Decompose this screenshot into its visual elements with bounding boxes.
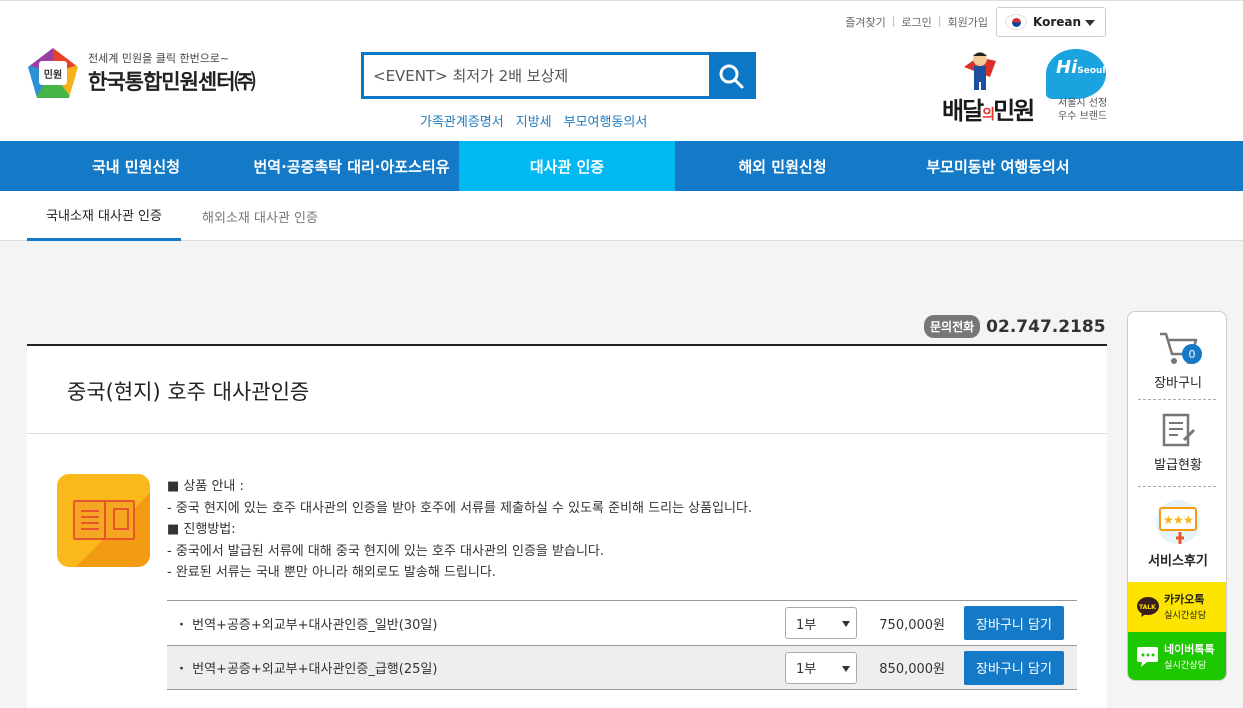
product-description: ■ 상품 안내 : - 중국 현지에 있는 호주 대사관의 인증을 받아 호주에… — [167, 476, 752, 584]
kakao-chat-label: 카카오톡 실시간상담 — [1164, 593, 1207, 621]
nav-item-embassy[interactable]: 대사관 인증 — [459, 141, 675, 191]
search-input[interactable] — [364, 55, 709, 96]
keyword-link[interactable]: 가족관계증명서 — [420, 111, 504, 130]
issue-status-label: 발급현황 — [1154, 458, 1202, 473]
quantity-select[interactable]: 1부 — [785, 607, 857, 639]
table-row: ・ 번역+공증+외교부+대사관인증_급행(25일) 1부 850,000원 장바… — [167, 645, 1077, 690]
option-table: ・ 번역+공증+외교부+대사관인증_일반(30일) 1부 750,000원 장바… — [167, 600, 1077, 690]
promo-brand: 배달의민원 — [942, 97, 1035, 125]
kakao-talk-icon: TALK — [1137, 597, 1159, 617]
contact-badge: 문의전화 — [924, 315, 981, 338]
nav-item-domestic[interactable]: 국내 민원신청 — [28, 141, 244, 191]
option-price: 850,000원 — [879, 662, 945, 677]
svg-text:TALK: TALK — [1139, 604, 1156, 611]
chevron-down-icon — [842, 665, 850, 672]
site-logo[interactable]: 민원 전세계 민원을 클릭 한번으로~ 한국통합민원센터㈜ — [26, 46, 256, 100]
keyword-link[interactable]: 지방세 — [516, 111, 552, 130]
search-bar — [361, 52, 756, 99]
nav-item-overseas[interactable]: 해외 민원신청 — [675, 141, 890, 191]
quick-issue-status[interactable]: 발급현황 — [1128, 412, 1226, 482]
desc-line: ■ 진행방법: — [167, 522, 236, 537]
kakao-chat-button[interactable]: TALK 카카오톡 실시간상담 — [1128, 582, 1226, 632]
quick-cart[interactable]: 0 장바구니 — [1128, 326, 1226, 396]
document-book-icon — [57, 474, 150, 567]
contact-phone: 문의전화 02.747.2185 — [924, 315, 1106, 338]
logo-badge: 민원 — [39, 61, 67, 85]
desc-line: - 중국 현지에 있는 호주 대사관의 인증을 받아 호주에 서류를 제출하실 … — [167, 500, 753, 516]
add-to-cart-button[interactable]: 장바구니 담기 — [964, 650, 1064, 685]
option-price: 750,000원 — [879, 617, 945, 633]
page-title: 중국(현지) 호주 대사관인증 — [67, 380, 310, 404]
cart-label: 장바구니 — [1154, 376, 1202, 391]
chevron-down-icon — [842, 621, 850, 627]
svg-text:★: ★ — [1183, 513, 1194, 527]
desc-line: - 완료된 서류는 국내 뿐만 아니라 해외로도 발송해 드립니다. — [167, 565, 496, 580]
separator: | — [937, 14, 942, 27]
option-name: ・ 번역+공증+외교부+대사관인증_일반(30일) — [175, 617, 438, 633]
naver-talk-label: 네이버톡톡 실시간상담 — [1164, 643, 1215, 671]
logo-title: 한국통합민원센터㈜ — [88, 70, 256, 94]
quick-menu: 0 장바구니 발급현황 ★ ★ ★ 서비스후기 TALK 카카오톡 실시간상담 … — [1127, 311, 1227, 681]
option-name: ・ 번역+공증+외교부+대사관인증_급행(25일) — [175, 662, 438, 677]
naver-talk-icon — [1137, 647, 1158, 667]
signup-link[interactable]: 회원가입 — [948, 14, 988, 30]
language-select[interactable]: Korean — [996, 7, 1106, 37]
search-icon — [719, 64, 744, 88]
hi-seoul-logo: HiSeoul — [1046, 49, 1106, 99]
utility-links: 즐겨찾기 | 로그인 | 회원가입 — [845, 14, 988, 30]
logo-mark-icon: 민원 — [26, 46, 80, 100]
chevron-down-icon — [1085, 20, 1095, 26]
tab-domestic-embassy[interactable]: 국내소재 대사관 인증 — [27, 191, 181, 241]
document-list-icon — [1162, 413, 1196, 447]
quantity-select[interactable]: 1부 — [785, 651, 857, 684]
divider — [27, 433, 1107, 434]
naver-talk-button[interactable]: 네이버톡톡 실시간상담 — [1128, 632, 1226, 680]
table-row: ・ 번역+공증+외교부+대사관인증_일반(30일) 1부 750,000원 장바… — [167, 600, 1077, 645]
promo-banner[interactable]: 배달의민원 HiSeoul 서울시 선정 우수 브랜드 — [940, 45, 1110, 127]
quick-review[interactable]: ★ ★ ★ 서비스후기 — [1128, 498, 1226, 578]
review-stars-icon: ★ ★ ★ — [1156, 500, 1200, 544]
desc-line: ■ 상품 안내 : — [167, 479, 244, 494]
login-link[interactable]: 로그인 — [901, 14, 931, 30]
review-label: 서비스후기 — [1148, 554, 1208, 569]
add-to-cart-button[interactable]: 장바구니 담기 — [964, 606, 1064, 640]
superhero-mascot-icon — [964, 52, 996, 90]
popular-keywords: 가족관계증명서 지방세 부모여행동의서 — [420, 111, 647, 130]
keyword-link[interactable]: 부모여행동의서 — [564, 111, 648, 130]
nav-item-translation[interactable]: 번역·공증촉탁 대리·아포스티유 — [244, 141, 459, 191]
product-panel: 중국(현지) 호주 대사관인증 ■ 상품 안내 : - 중국 현지에 있는 호주… — [27, 344, 1107, 708]
site-header: 즐겨찾기 | 로그인 | 회원가입 Korean 민원 전세계 민원을 클릭 한… — [0, 0, 1243, 141]
separator: | — [891, 14, 896, 27]
desc-line: - 중국에서 발급된 서류에 대해 중국 현지에 있는 호주 대사관의 인증을 … — [167, 543, 604, 559]
korea-flag-icon — [1005, 14, 1027, 30]
promo-tagline: 서울시 선정 우수 브랜드 — [1058, 98, 1108, 122]
logo-tagline: 전세계 민원을 클릭 한번으로~ — [88, 52, 230, 65]
language-label: Korean — [1033, 15, 1082, 29]
divider — [1138, 399, 1216, 400]
search-button[interactable] — [709, 55, 753, 96]
main-nav: 국내 민원신청 번역·공증촉탁 대리·아포스티유 대사관 인증 해외 민원신청 … — [0, 141, 1243, 191]
sub-nav: 국내소재 대사관 인증 해외소재 대사관 인증 — [0, 191, 1243, 241]
bookmark-link[interactable]: 즐겨찾기 — [845, 14, 885, 30]
tab-overseas-embassy[interactable]: 해외소재 대사관 인증 — [181, 191, 339, 241]
phone-number: 02.747.2185 — [986, 316, 1106, 337]
cart-count-badge: 0 — [1182, 344, 1202, 364]
divider — [1138, 486, 1216, 487]
nav-item-travel-consent[interactable]: 부모미동반 여행동의서 — [890, 141, 1106, 191]
